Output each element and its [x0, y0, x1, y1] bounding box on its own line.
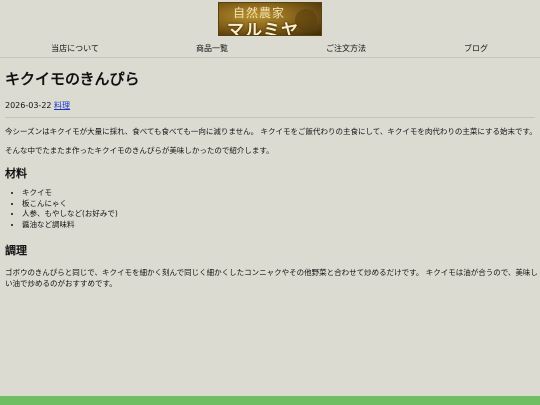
ingredients-heading: 材料	[5, 167, 27, 180]
list-item: 人参、もやしなど(お好みで)	[22, 209, 118, 220]
method-heading: 調理	[5, 244, 27, 257]
intro-paragraph-2: そんな中でたまたま作ったキクイモのきんぴらが美味しかったので紹介します。	[5, 146, 274, 155]
logo-image: 自然農家 マルミヤ	[218, 2, 322, 36]
divider	[5, 117, 535, 118]
footer-bar	[0, 396, 540, 405]
site-logo[interactable]: 自然農家 マルミヤ	[218, 2, 322, 36]
logo-text-line2: マルミヤ	[227, 21, 299, 36]
list-item: 醤油など調味料	[22, 220, 118, 231]
list-item: キクイモ	[22, 188, 118, 199]
nav-item-blog[interactable]: ブログ	[464, 43, 488, 54]
method-paragraph-line-1: ゴボウのきんぴらと同じで、キクイモを細かく刻んで同じく細かくしたコンニャクやその…	[5, 268, 538, 277]
nav-item-about[interactable]: 当店について	[51, 43, 99, 54]
list-item: 板こんにゃく	[22, 199, 118, 210]
nav-item-products[interactable]: 商品一覧	[196, 43, 228, 54]
intro-paragraph-1: 今シーズンはキクイモが大量に採れ、食べても食べても一向に減りません。 キクイモを…	[5, 127, 537, 136]
ingredients-list: キクイモ 板こんにゃく 人参、もやしなど(お好みで) 醤油など調味料	[9, 188, 118, 230]
article-date: 2026-03-22	[5, 101, 52, 110]
nav-item-ordering[interactable]: ご注文方法	[326, 43, 366, 54]
main-nav: 当店について 商品一覧 ご注文方法 ブログ	[0, 40, 540, 58]
article-meta: 2026-03-22 料理	[5, 100, 70, 111]
article-title: キクイモのきんぴら	[5, 70, 140, 88]
method-paragraph-line-2: い油で炒めるのがおすすめです。	[5, 279, 117, 288]
category-link[interactable]: 料理	[54, 101, 70, 110]
